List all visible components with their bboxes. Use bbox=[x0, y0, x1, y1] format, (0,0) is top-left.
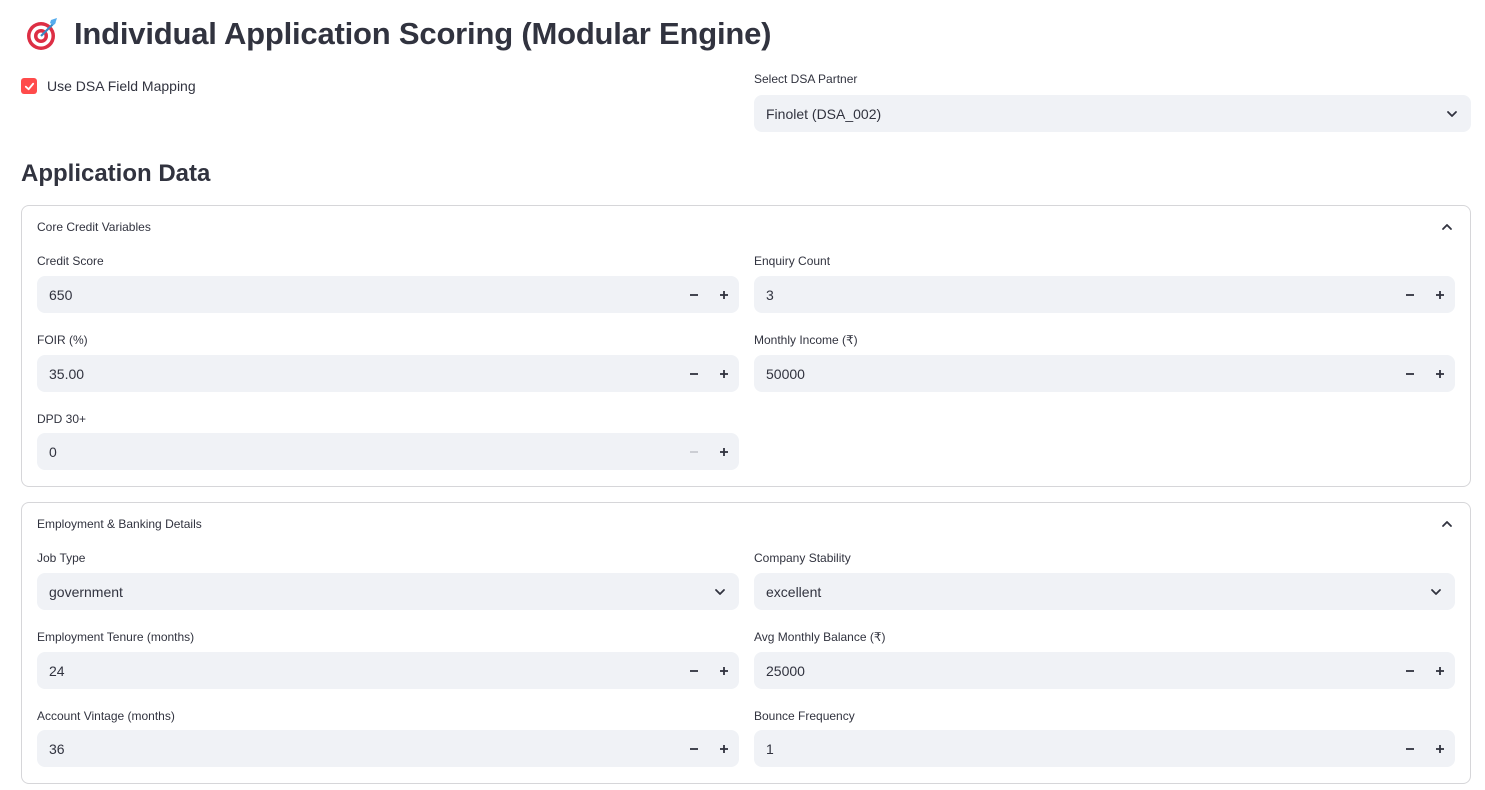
increment-button[interactable] bbox=[1425, 652, 1455, 689]
tenure-value[interactable]: 24 bbox=[37, 663, 679, 679]
company-stability-select[interactable]: excellent bbox=[754, 573, 1455, 610]
company-stability-value: excellent bbox=[766, 583, 822, 600]
employment-expander: Employment & Banking Details Job Type go… bbox=[21, 502, 1471, 784]
increment-button[interactable] bbox=[709, 730, 739, 767]
decrement-button[interactable] bbox=[1395, 355, 1425, 392]
job-type-select[interactable]: government bbox=[37, 573, 739, 610]
bounce-label: Bounce Frequency bbox=[754, 709, 855, 723]
decrement-button[interactable] bbox=[679, 355, 709, 392]
vintage-value[interactable]: 36 bbox=[37, 741, 679, 757]
bounce-value[interactable]: 1 bbox=[754, 741, 1395, 757]
enquiry-count-input[interactable]: 3 bbox=[754, 276, 1455, 313]
job-type-value: government bbox=[49, 583, 123, 600]
credit-score-input[interactable]: 650 bbox=[37, 276, 739, 313]
avg-balance-input[interactable]: 25000 bbox=[754, 652, 1455, 689]
monthly-income-value[interactable]: 50000 bbox=[754, 366, 1395, 382]
dpd-value[interactable]: 0 bbox=[37, 444, 679, 460]
increment-button[interactable] bbox=[709, 652, 739, 689]
dsa-mapping-label: Use DSA Field Mapping bbox=[47, 78, 196, 94]
monthly-income-label: Monthly Income (₹) bbox=[754, 333, 858, 347]
decrement-button[interactable] bbox=[1395, 730, 1425, 767]
vintage-input[interactable]: 36 bbox=[37, 730, 739, 767]
enquiry-count-value[interactable]: 3 bbox=[754, 287, 1395, 303]
decrement-button[interactable] bbox=[679, 730, 709, 767]
decrement-button[interactable] bbox=[679, 652, 709, 689]
chevron-down-icon bbox=[1429, 585, 1443, 599]
job-type-label: Job Type bbox=[37, 551, 86, 565]
section-title: Application Data bbox=[21, 160, 211, 187]
vintage-label: Account Vintage (months) bbox=[37, 709, 175, 723]
checkbox-checked-icon[interactable] bbox=[21, 78, 37, 94]
page-header: Individual Application Scoring (Modular … bbox=[24, 14, 771, 54]
enquiry-count-label: Enquiry Count bbox=[754, 254, 831, 268]
increment-button[interactable] bbox=[1425, 355, 1455, 392]
chevron-down-icon bbox=[1445, 107, 1459, 121]
increment-button[interactable] bbox=[709, 276, 739, 313]
dsa-partner-label: Select DSA Partner bbox=[754, 72, 858, 86]
credit-score-value[interactable]: 650 bbox=[37, 287, 679, 303]
decrement-button[interactable] bbox=[1395, 652, 1425, 689]
dsa-mapping-checkbox[interactable]: Use DSA Field Mapping bbox=[21, 78, 196, 94]
dpd-label: DPD 30+ bbox=[37, 412, 87, 426]
decrement-button[interactable] bbox=[1395, 276, 1425, 313]
increment-button[interactable] bbox=[1425, 730, 1455, 767]
core-credit-title: Core Credit Variables bbox=[37, 220, 151, 234]
dpd-input[interactable]: 0 bbox=[37, 433, 739, 470]
increment-button[interactable] bbox=[709, 355, 739, 392]
employment-expander-header[interactable]: Employment & Banking Details bbox=[22, 503, 1470, 545]
bounce-input[interactable]: 1 bbox=[754, 730, 1455, 767]
tenure-input[interactable]: 24 bbox=[37, 652, 739, 689]
chevron-down-icon bbox=[713, 585, 727, 599]
foir-label: FOIR (%) bbox=[37, 333, 88, 347]
avg-balance-label: Avg Monthly Balance (₹) bbox=[754, 630, 886, 644]
foir-input[interactable]: 35.00 bbox=[37, 355, 739, 392]
increment-button[interactable] bbox=[709, 433, 739, 470]
dsa-partner-value: Finolet (DSA_002) bbox=[766, 105, 882, 122]
foir-value[interactable]: 35.00 bbox=[37, 366, 679, 382]
decrement-button[interactable] bbox=[679, 276, 709, 313]
page-title: Individual Application Scoring (Modular … bbox=[74, 16, 772, 51]
increment-button[interactable] bbox=[1425, 276, 1455, 313]
monthly-income-input[interactable]: 50000 bbox=[754, 355, 1455, 392]
employment-title: Employment & Banking Details bbox=[37, 517, 202, 531]
dsa-partner-select[interactable]: Finolet (DSA_002) bbox=[754, 95, 1471, 132]
core-credit-expander: Core Credit Variables Credit Score 650 E… bbox=[21, 205, 1471, 487]
core-credit-expander-header[interactable]: Core Credit Variables bbox=[22, 206, 1470, 248]
target-icon bbox=[24, 16, 60, 52]
tenure-label: Employment Tenure (months) bbox=[37, 630, 195, 644]
chevron-up-icon[interactable] bbox=[1440, 517, 1454, 531]
decrement-button bbox=[679, 433, 709, 470]
chevron-up-icon[interactable] bbox=[1440, 220, 1454, 234]
credit-score-label: Credit Score bbox=[37, 254, 104, 268]
avg-balance-value[interactable]: 25000 bbox=[754, 663, 1395, 679]
company-stability-label: Company Stability bbox=[754, 551, 851, 565]
